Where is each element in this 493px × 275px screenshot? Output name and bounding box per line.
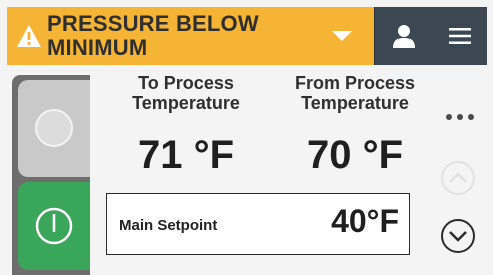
user-button[interactable] <box>374 7 432 65</box>
chevron-down-icon[interactable] <box>331 30 353 42</box>
power-off-icon <box>35 109 73 147</box>
header-bar: PRESSURE BELOW MINIMUM <box>7 7 487 65</box>
controller-screen: PRESSURE BELOW MINIMUM To Process Temper… <box>0 0 493 275</box>
user-icon <box>392 25 415 48</box>
alarm-message: PRESSURE BELOW MINIMUM <box>47 11 259 60</box>
setpoint-value: 40°F <box>331 203 399 239</box>
warning-icon <box>17 25 41 47</box>
from-process-value: 70 °F <box>306 133 404 177</box>
setpoint-label: Main Setpoint <box>119 217 218 234</box>
more-dot <box>457 114 463 120</box>
more-dot <box>468 114 474 120</box>
scroll-up-icon[interactable] <box>439 159 477 197</box>
to-process-value: 71 °F <box>137 133 235 177</box>
menu-icon <box>448 28 471 44</box>
menu-button[interactable] <box>432 7 487 65</box>
main-panel: To Process Temperature From Process Temp… <box>90 65 487 275</box>
main-setpoint-field[interactable]: Main Setpoint 40°F <box>106 193 410 255</box>
more-icon[interactable] <box>440 107 480 127</box>
power-on-button[interactable] <box>18 182 90 270</box>
power-on-icon <box>35 207 73 245</box>
to-process-label: To Process Temperature <box>132 73 240 113</box>
scroll-down-icon[interactable] <box>439 217 477 255</box>
power-off-button[interactable] <box>18 80 90 177</box>
more-dot <box>446 114 452 120</box>
from-process-label: From Process Temperature <box>294 73 416 113</box>
alarm-banner[interactable]: PRESSURE BELOW MINIMUM <box>7 7 374 65</box>
